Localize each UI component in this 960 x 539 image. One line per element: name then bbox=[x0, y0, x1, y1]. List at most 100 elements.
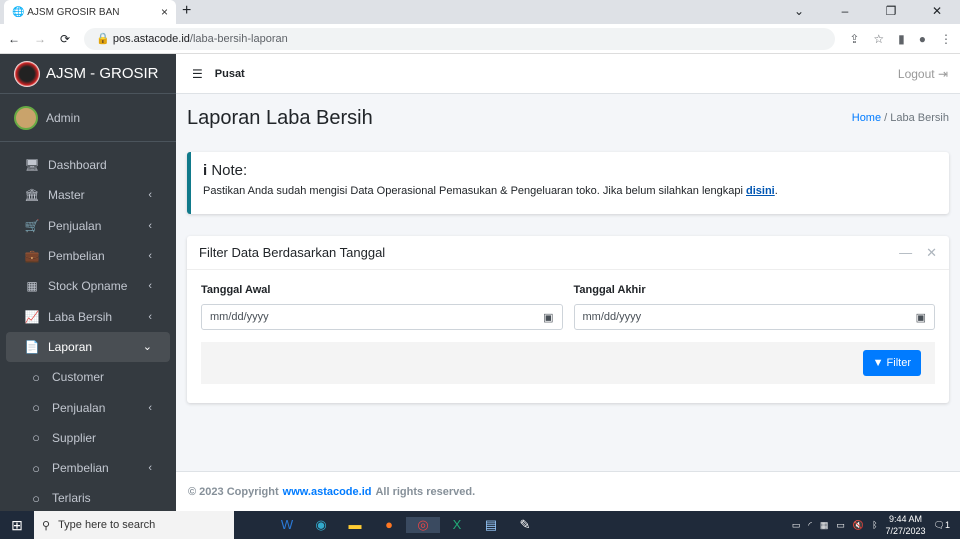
url-input[interactable]: 🔒 pos.astacode.id/laba-bersih-laporan bbox=[84, 27, 836, 50]
top-navbar: ☰ Pusat Logout ⇥ bbox=[176, 54, 960, 94]
sidebar-item-label: Master bbox=[48, 188, 85, 203]
chevron-icon: ‹ bbox=[148, 219, 152, 232]
chrome-icon[interactable]: ◎ bbox=[406, 517, 440, 533]
menu-icon: 📈 bbox=[24, 309, 40, 324]
file-explorer-icon[interactable]: ▬ bbox=[338, 517, 372, 533]
footer-link[interactable]: www.astacode.id bbox=[283, 486, 372, 498]
filter-icon: ▼ bbox=[872, 357, 884, 369]
logout-link[interactable]: Logout ⇥ bbox=[898, 67, 948, 81]
url-host: pos.astacode.id bbox=[112, 32, 190, 45]
content: Laporan Laba Bersih Home / Laba Bersih i… bbox=[187, 94, 949, 403]
user-panel[interactable]: Admin bbox=[0, 94, 176, 142]
sidebar-item-pembelian[interactable]: ○ Pembelian ‹ bbox=[6, 453, 170, 483]
sidebar: AJSM - GROSIR Admin 🖥 Dashboard 🏛 Master ‹ 🛒 P… bbox=[0, 54, 176, 511]
dropdown-icon[interactable]: ⌄ bbox=[776, 0, 822, 22]
start-date-input[interactable]: mm/dd/yyyy ▣ bbox=[201, 304, 563, 330]
breadcrumb-sep: / bbox=[884, 112, 888, 124]
sidebar-item-label: Laba Bersih bbox=[48, 309, 113, 324]
app-tray-icon[interactable]: ▦ bbox=[820, 520, 829, 531]
sidebar-item-dashboard[interactable]: 🖥 Dashboard bbox=[6, 150, 170, 180]
time: 9:44 AM bbox=[889, 514, 923, 524]
filter-button[interactable]: ▼ Filter bbox=[862, 350, 921, 376]
disini-link[interactable]: disini bbox=[746, 185, 775, 197]
info-icon: i bbox=[203, 162, 208, 179]
mute-icon[interactable]: 🔇 bbox=[853, 520, 864, 531]
menu-kebab-icon[interactable]: ⋮ bbox=[940, 32, 952, 46]
forward-icon[interactable]: → bbox=[34, 32, 46, 46]
taskbar-search[interactable]: ⚲ Type here to search bbox=[34, 511, 234, 539]
circle-icon: ○ bbox=[32, 430, 40, 446]
copyright: © 2023 Copyright bbox=[188, 485, 279, 498]
menu-icon: 🖥 bbox=[24, 158, 40, 173]
chevron-icon: ⌄ bbox=[142, 341, 152, 354]
sign-out-icon: ⇥ bbox=[937, 66, 948, 81]
bluetooth-icon[interactable]: ᛒ bbox=[872, 520, 877, 530]
restore-button[interactable]: ❐ bbox=[868, 0, 914, 22]
notepad-icon[interactable]: ▤ bbox=[474, 517, 508, 533]
brand-text: AJSM - GROSIR bbox=[46, 65, 159, 82]
sidebar-item-label: Penjualan bbox=[48, 218, 102, 233]
menu-icon: ▦ bbox=[26, 279, 38, 294]
tablet-icon[interactable]: ▭ bbox=[792, 520, 801, 531]
hamburger-menu-icon[interactable]: ☰ bbox=[192, 67, 203, 81]
page-title: Laporan Laba Bersih bbox=[187, 106, 373, 129]
sidebar-item-label: Customer bbox=[52, 370, 105, 385]
close-tab-icon[interactable]: × bbox=[161, 5, 168, 19]
menu-icon: 💼 bbox=[24, 249, 40, 264]
start-date-placeholder: mm/dd/yyyy bbox=[210, 311, 269, 323]
minimize-button[interactable]: – bbox=[822, 0, 868, 22]
reload-icon[interactable]: ⟳ bbox=[60, 32, 70, 46]
sidebar-item-customer[interactable]: ○ Customer bbox=[6, 362, 170, 392]
sidebar-item-stock-opname[interactable]: ▦ Stock Opname ‹ bbox=[6, 271, 170, 301]
wifi-icon[interactable]: ◜ bbox=[808, 520, 812, 531]
bookmark-star-icon[interactable]: ☆ bbox=[873, 32, 884, 46]
share-icon[interactable]: ⇪ bbox=[849, 32, 859, 46]
sidebar-item-terlaris[interactable]: ○ Terlaris bbox=[6, 483, 170, 513]
back-icon[interactable]: ← bbox=[8, 32, 20, 46]
circle-icon: ○ bbox=[32, 490, 40, 506]
sidebar-item-penjualan[interactable]: ○ Penjualan ‹ bbox=[6, 392, 170, 422]
globe-icon: 🌐 bbox=[12, 6, 28, 18]
chevron-icon: ‹ bbox=[148, 280, 152, 293]
footer-suffix: All rights reserved. bbox=[375, 485, 476, 498]
sidebar-item-label: Stock Opname bbox=[48, 279, 128, 294]
filter-label: Filter bbox=[886, 357, 911, 369]
branch-name: Pusat bbox=[214, 67, 245, 80]
sidebar-item-pembelian[interactable]: 💼 Pembelian ‹ bbox=[6, 241, 170, 271]
sidebar-item-label: Dashboard bbox=[48, 158, 107, 173]
collapse-icon[interactable]: — bbox=[899, 245, 912, 261]
sidebar-item-label: Penjualan bbox=[52, 400, 106, 415]
sidebar-item-supplier[interactable]: ○ Supplier bbox=[6, 423, 170, 453]
sidebar-item-laba-bersih[interactable]: 📈 Laba Bersih ‹ bbox=[6, 301, 170, 331]
paint-icon[interactable]: ✎ bbox=[508, 517, 542, 533]
excel-icon[interactable]: X bbox=[440, 517, 474, 533]
remove-icon[interactable]: ✕ bbox=[926, 245, 937, 261]
browser-tab[interactable]: 🌐 AJSM GROSIR BAN × bbox=[4, 0, 176, 24]
tab-title: AJSM GROSIR BAN bbox=[27, 6, 120, 18]
calendar-icon[interactable]: ▣ bbox=[543, 311, 553, 324]
note-end: . bbox=[774, 185, 778, 197]
chevron-icon: ‹ bbox=[148, 250, 152, 263]
sidebar-item-label: Pembelian bbox=[48, 249, 105, 264]
windows-start-icon[interactable]: ⊞ bbox=[0, 517, 34, 534]
word-icon[interactable]: W bbox=[270, 517, 304, 533]
end-date-input[interactable]: mm/dd/yyyy ▣ bbox=[573, 304, 935, 330]
sidebar-item-laporan[interactable]: 📄 Laporan ⌄ bbox=[6, 331, 170, 363]
end-date-label: Tanggal Akhir bbox=[573, 284, 646, 296]
sidebar-item-master[interactable]: 🏛 Master ‹ bbox=[6, 180, 170, 210]
firefox-icon[interactable]: ● bbox=[372, 517, 406, 533]
breadcrumb-home[interactable]: Home bbox=[852, 112, 881, 124]
chevron-icon: ‹ bbox=[148, 462, 152, 475]
close-window-button[interactable]: ✕ bbox=[914, 0, 960, 22]
sidebar-item-penjualan[interactable]: 🛒 Penjualan ‹ bbox=[6, 211, 170, 241]
clock[interactable]: 9:44 AM 7/27/2023 bbox=[886, 513, 926, 537]
profile-avatar[interactable]: ● bbox=[919, 32, 926, 46]
edge-icon[interactable]: ◉ bbox=[304, 517, 338, 533]
battery-icon[interactable]: ▭ bbox=[836, 520, 845, 531]
calendar-icon[interactable]: ▣ bbox=[916, 311, 926, 324]
new-tab-button[interactable]: + bbox=[182, 2, 191, 20]
notification-icon[interactable]: 🗨1 bbox=[934, 520, 950, 531]
menu-icon: 📄 bbox=[24, 339, 40, 354]
sidepanel-icon[interactable]: ▮ bbox=[898, 32, 905, 46]
brand-link[interactable]: AJSM - GROSIR bbox=[0, 54, 176, 94]
